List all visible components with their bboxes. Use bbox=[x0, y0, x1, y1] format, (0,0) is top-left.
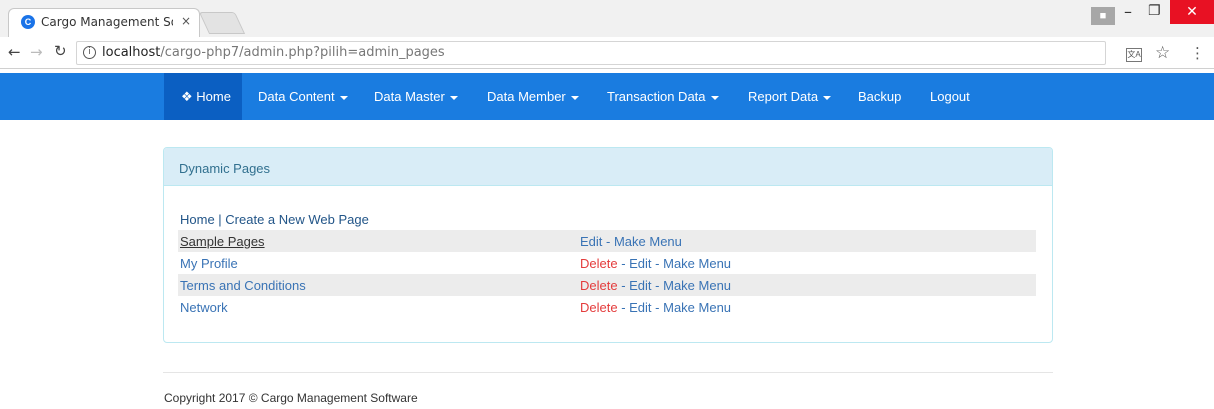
page-title-link[interactable]: Network bbox=[180, 300, 228, 315]
tab-close-icon[interactable]: × bbox=[181, 14, 191, 28]
page-title-link[interactable]: Terms and Conditions bbox=[180, 278, 306, 293]
user-profile-icon[interactable]: ■ bbox=[1091, 7, 1115, 25]
table-row: Network Delete - Edit - Make Menu bbox=[178, 296, 1036, 318]
panel-title: Dynamic Pages bbox=[179, 161, 271, 176]
nav-data-master[interactable]: Data Master bbox=[374, 73, 458, 120]
action-separator: - bbox=[617, 300, 630, 315]
nav-home[interactable]: ❖ Home bbox=[164, 73, 242, 120]
delete-link[interactable]: Delete bbox=[580, 300, 618, 315]
nav-data-content-label: Data Content bbox=[258, 89, 335, 104]
nav-transaction-data-label: Transaction Data bbox=[607, 89, 706, 104]
maximize-icon[interactable]: ❐ bbox=[1148, 3, 1161, 19]
nav-backup-label: Backup bbox=[858, 89, 902, 104]
nav-backup[interactable]: Backup bbox=[858, 73, 901, 120]
footer-copyright: Copyright 2017 © Cargo Management Softwa… bbox=[164, 391, 418, 405]
make-menu-link[interactable]: Make Menu bbox=[614, 234, 682, 249]
url-field[interactable]: i localhost/cargo-php7/admin.php?pilih=a… bbox=[76, 41, 1106, 65]
make-menu-link[interactable]: Make Menu bbox=[663, 256, 731, 271]
row-actions: Edit - Make Menu bbox=[580, 234, 682, 249]
nav-logout-label: Logout bbox=[930, 89, 970, 104]
translate-icon[interactable]: 文A bbox=[1126, 48, 1142, 62]
caret-down-icon bbox=[449, 95, 458, 100]
back-arrow-icon[interactable]: ← bbox=[8, 43, 21, 61]
nav-home-label: Home bbox=[196, 89, 231, 104]
action-separator: - bbox=[617, 256, 630, 271]
panel-heading: Dynamic Pages bbox=[164, 148, 1052, 186]
nav-transaction-data[interactable]: Transaction Data bbox=[607, 73, 719, 120]
forward-arrow-icon[interactable]: → bbox=[30, 43, 43, 61]
caret-down-icon bbox=[339, 95, 348, 100]
table-row: My Profile Delete - Edit - Make Menu bbox=[178, 252, 1036, 274]
browser-tabstrip: C Cargo Management Soft × ■ – ❐ ✕ bbox=[0, 0, 1214, 37]
create-page-link[interactable]: Create a New Web Page bbox=[225, 212, 369, 227]
page-title-link[interactable]: My Profile bbox=[180, 256, 238, 271]
tab-title: Cargo Management Soft bbox=[41, 15, 173, 29]
browser-menu-icon[interactable]: ⋮ bbox=[1190, 44, 1205, 62]
bookmark-star-icon[interactable]: ☆ bbox=[1155, 43, 1170, 63]
home-link[interactable]: Home bbox=[180, 212, 215, 227]
row-actions: Delete - Edit - Make Menu bbox=[580, 300, 731, 315]
nav-data-member[interactable]: Data Member bbox=[487, 73, 579, 120]
home-icon: ❖ bbox=[181, 89, 193, 104]
make-menu-link[interactable]: Make Menu bbox=[663, 278, 731, 293]
site-info-icon[interactable]: i bbox=[83, 46, 96, 59]
action-separator: - bbox=[602, 234, 614, 249]
delete-link[interactable]: Delete bbox=[580, 278, 618, 293]
row-actions: Delete - Edit - Make Menu bbox=[580, 278, 731, 293]
page-title-link[interactable]: Sample Pages bbox=[180, 234, 265, 249]
nav-data-member-label: Data Member bbox=[487, 89, 566, 104]
caret-down-icon bbox=[710, 95, 719, 100]
nav-report-data[interactable]: Report Data bbox=[748, 73, 832, 120]
make-menu-link[interactable]: Make Menu bbox=[663, 300, 731, 315]
breadcrumb-separator: | bbox=[214, 212, 226, 227]
delete-link[interactable]: Delete bbox=[580, 256, 618, 271]
edit-link[interactable]: Edit bbox=[629, 278, 651, 293]
address-bar: ← → ↻ i localhost/cargo-php7/admin.php?p… bbox=[0, 37, 1214, 69]
nav-report-data-label: Report Data bbox=[748, 89, 819, 104]
caret-down-icon bbox=[570, 95, 579, 100]
footer-divider bbox=[163, 372, 1053, 373]
new-tab-button[interactable] bbox=[198, 12, 246, 34]
dynamic-pages-panel: Dynamic Pages Home | Create a New Web Pa… bbox=[163, 147, 1053, 343]
table-row: Sample Pages Edit - Make Menu bbox=[178, 230, 1036, 252]
nav-data-content[interactable]: Data Content bbox=[258, 73, 348, 120]
minimize-icon[interactable]: – bbox=[1124, 2, 1132, 21]
action-separator: - bbox=[651, 278, 664, 293]
action-separator: - bbox=[617, 278, 630, 293]
table-row: Terms and Conditions Delete - Edit - Mak… bbox=[178, 274, 1036, 296]
edit-link[interactable]: Edit bbox=[580, 234, 602, 249]
window-close-icon[interactable]: ✕ bbox=[1170, 0, 1214, 24]
browser-tab[interactable]: C Cargo Management Soft × bbox=[8, 8, 200, 37]
edit-link[interactable]: Edit bbox=[629, 300, 651, 315]
main-navbar: ❖ Home Data Content Data Master Data Mem… bbox=[0, 73, 1214, 120]
caret-down-icon bbox=[823, 95, 832, 100]
breadcrumb: Home | Create a New Web Page bbox=[180, 212, 369, 227]
nav-logout[interactable]: Logout bbox=[930, 73, 970, 120]
row-actions: Delete - Edit - Make Menu bbox=[580, 256, 731, 271]
action-separator: - bbox=[651, 256, 664, 271]
url-text: localhost/cargo-php7/admin.php?pilih=adm… bbox=[102, 45, 445, 60]
action-separator: - bbox=[651, 300, 664, 315]
favicon-icon: C bbox=[21, 15, 35, 29]
edit-link[interactable]: Edit bbox=[629, 256, 651, 271]
reload-icon[interactable]: ↻ bbox=[54, 42, 67, 60]
nav-data-master-label: Data Master bbox=[374, 89, 445, 104]
